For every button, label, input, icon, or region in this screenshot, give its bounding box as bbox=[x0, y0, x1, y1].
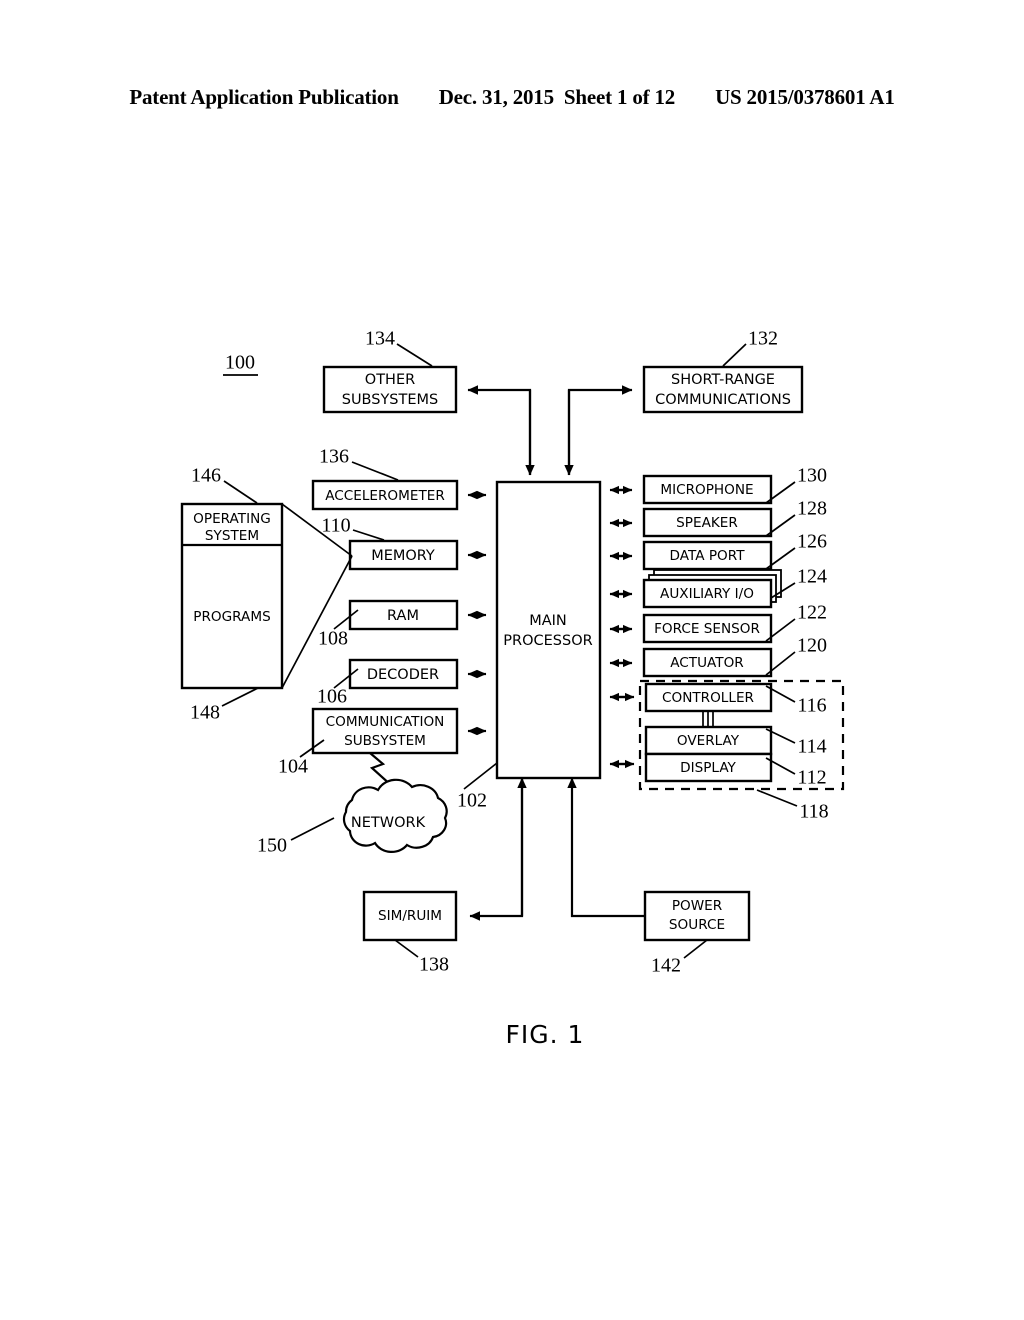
operating-system-label-1: OPERATING bbox=[193, 511, 271, 527]
actuator-label: ACTUATOR bbox=[670, 655, 744, 671]
box-main-processor[interactable] bbox=[495, 480, 602, 780]
network-label: NETWORK bbox=[351, 815, 426, 831]
ref-126: 126 bbox=[797, 531, 827, 553]
ref-100: 100 bbox=[225, 352, 255, 374]
ref-150: 150 bbox=[257, 835, 287, 857]
ref-116: 116 bbox=[797, 695, 826, 717]
patent-figure-page: Patent Application Publication Dec. 31, … bbox=[0, 0, 1024, 1320]
operating-system-label-2: SYSTEM bbox=[205, 528, 259, 544]
force-sensor-label: FORCE SENSOR bbox=[654, 621, 760, 637]
memory-label: MEMORY bbox=[371, 548, 435, 564]
ref-108: 108 bbox=[318, 628, 348, 650]
ref-130: 130 bbox=[797, 465, 827, 487]
display-label: DISPLAY bbox=[680, 760, 736, 776]
ref-120: 120 bbox=[797, 635, 827, 657]
ref-106: 106 bbox=[317, 686, 347, 708]
communication-subsystem-label-2: SUBSYSTEM bbox=[344, 733, 426, 749]
overlay-label: OVERLAY bbox=[677, 733, 740, 749]
ref-142: 142 bbox=[651, 955, 681, 977]
ref-128: 128 bbox=[797, 498, 827, 520]
ref-136: 136 bbox=[319, 446, 349, 468]
short-range-label-2: COMMUNICATIONS bbox=[655, 392, 791, 408]
figure-1-diagram: 100 OTHER SUBSYSTEMS 134 SHORT-RANGE COM… bbox=[180, 328, 845, 1049]
controller-label: CONTROLLER bbox=[662, 690, 755, 706]
short-range-label-1: SHORT-RANGE bbox=[671, 372, 775, 388]
auxiliary-io-label: AUXILIARY I/O bbox=[660, 586, 754, 602]
figure-caption: FIG. 1 bbox=[506, 1020, 585, 1049]
power-source-label-1: POWER bbox=[672, 898, 723, 914]
ram-label: RAM bbox=[387, 608, 419, 624]
other-subsystems-label-1: OTHER bbox=[365, 372, 415, 388]
ref-104: 104 bbox=[278, 756, 308, 778]
main-processor-label-2: PROCESSOR bbox=[503, 633, 592, 649]
power-source-label-2: SOURCE bbox=[669, 917, 725, 933]
ref-132: 132 bbox=[748, 328, 778, 350]
ref-102: 102 bbox=[457, 790, 487, 812]
ref-124: 124 bbox=[797, 566, 827, 588]
ref-118: 118 bbox=[799, 801, 828, 823]
ref-112: 112 bbox=[797, 767, 826, 789]
sim-ruim-label: SIM/RUIM bbox=[378, 908, 442, 924]
ref-122: 122 bbox=[797, 602, 827, 624]
ref-110: 110 bbox=[321, 515, 350, 537]
accelerometer-label: ACCELEROMETER bbox=[325, 488, 445, 504]
other-subsystems-label-2: SUBSYSTEMS bbox=[342, 392, 439, 408]
ref-146: 146 bbox=[191, 465, 221, 487]
main-processor-label-1: MAIN bbox=[529, 613, 567, 629]
decoder-label: DECODER bbox=[367, 667, 439, 683]
speaker-label: SPEAKER bbox=[676, 515, 738, 531]
ref-148: 148 bbox=[190, 702, 220, 724]
data-port-label: DATA PORT bbox=[670, 548, 746, 564]
ref-138: 138 bbox=[419, 954, 449, 976]
programs-label: PROGRAMS bbox=[193, 609, 270, 625]
ref-134: 134 bbox=[365, 328, 395, 350]
microphone-label: MICROPHONE bbox=[660, 482, 753, 498]
communication-subsystem-label-1: COMMUNICATION bbox=[326, 714, 445, 730]
ref-114: 114 bbox=[797, 736, 826, 758]
